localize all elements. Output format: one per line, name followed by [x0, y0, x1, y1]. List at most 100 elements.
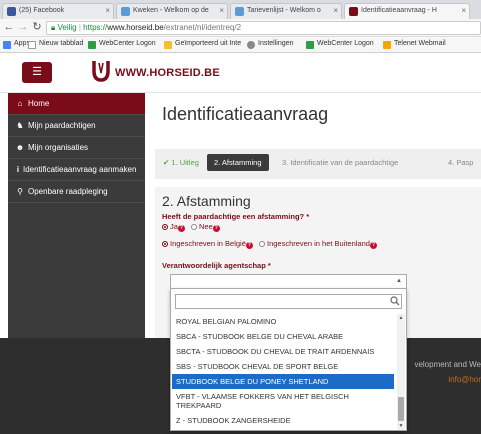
site-favicon-icon [121, 7, 130, 16]
browser-tab-kweken[interactable]: Kweken - Welkom op de × [116, 3, 228, 19]
browser-tab-facebook[interactable]: (25) Facebook × [2, 3, 114, 19]
sidebar-item-mijn-organisaties[interactable]: ☻ Mijn organisaties [8, 137, 145, 159]
sidebar: ⌂ Home ♞ Mijn paardachtigen ☻ Mijn organisa… [8, 93, 145, 338]
reload-icon[interactable]: ↻ [31, 21, 43, 34]
dropdown-option[interactable]: SBS - STUDBOOK CHEVAL DE SPORT BELGE [172, 359, 394, 374]
bookmark-instellingen[interactable]: Instellingen [247, 40, 294, 49]
lock-icon: 🔒︎ [51, 23, 56, 32]
scroll-thumb[interactable] [398, 397, 404, 421]
radio-label: Ingeschreven in België [170, 239, 246, 248]
logo-text[interactable]: WWW.HORSEID.BE [115, 67, 220, 79]
folder-icon [164, 41, 172, 49]
bookmark-geimporteerd[interactable]: Geïmporteerd uit Inte [164, 40, 242, 49]
home-icon: ⌂ [17, 99, 23, 108]
chevron-up-icon: ▲ [396, 278, 402, 284]
bookmark-webcenter-logon[interactable]: WebCenter Logon [88, 40, 156, 49]
tab-label: Identificatieaanvraag - H [361, 7, 437, 14]
facebook-favicon-icon [7, 7, 16, 16]
agency-label: Verantwoordelijk agentschap * [162, 261, 271, 270]
bookmark-label: WebCenter Logon [99, 40, 156, 47]
dropdown-option[interactable]: Z - STUDBOOK ZANGERSHEIDE [172, 413, 394, 428]
info-icon: i [16, 165, 20, 174]
step-paspoort[interactable]: 4. Pasp [448, 158, 473, 167]
bookmark-label: WebCenter Logon [317, 40, 374, 47]
radio-nee[interactable] [191, 224, 198, 230]
sidebar-item-mijn-paardachtigen[interactable]: ♞ Mijn paardachtigen [8, 115, 145, 137]
dropdown-option[interactable]: STUDBOOK BELGE DU PONEY SHETLAND [172, 374, 394, 389]
horseid-favicon-icon [349, 7, 358, 16]
sidebar-item-identificatieaanvraag[interactable]: i Identificatieaanvraag aanmaken [8, 159, 145, 181]
footer-email-link[interactable]: info@hor [448, 375, 481, 384]
close-icon[interactable]: × [461, 6, 466, 15]
bookmark-webcenter-logon-2[interactable]: WebCenter Logon [306, 40, 374, 49]
address-bar: ← → ↻ 🔒︎ Veilig | https://www.horseid.be… [0, 19, 481, 37]
radio-ja[interactable] [162, 224, 168, 230]
page-icon [28, 41, 36, 49]
radio-label: Ingeschreven in het Buitenland [266, 239, 370, 248]
group-icon: ☻ [15, 143, 25, 152]
tab-label: Tarievenlijst - Welkom o [247, 7, 321, 14]
horseshoe-logo-icon [92, 61, 110, 82]
gear-icon [247, 41, 255, 49]
browser-tab-tarievenlijst[interactable]: Tarievenlijst - Welkom o × [230, 3, 342, 19]
url-host: www.horseid.be [107, 23, 164, 32]
tab-label: Kweken - Welkom op de [133, 7, 209, 14]
radio-label: Ja [170, 222, 178, 231]
agency-dropdown: ROYAL BELGIAN PALOMINO SBCA - STUDBOOK BE… [170, 288, 407, 431]
trophy-icon: ♞ [16, 121, 24, 130]
bookmark-label: Instellingen [258, 40, 294, 47]
registration-radio-group: Ingeschreven in België? Ingeschreven in … [162, 239, 381, 249]
agency-select[interactable]: ▲ [170, 274, 407, 289]
bookmark-nieuw-tabblad[interactable]: Nieuw tabblad [28, 40, 84, 49]
step-identificatie[interactable]: 3. Identificatie van de paardachtige [282, 158, 398, 167]
scroll-up-icon[interactable]: ▲ [397, 314, 405, 322]
close-icon[interactable]: × [333, 6, 338, 15]
bookmark-label: Geïmporteerd uit Inte [175, 40, 242, 47]
radio-ingeschreven-buitenland[interactable] [258, 241, 265, 247]
browser-tab-identificatieaanvraag[interactable]: Identificatieaanvraag - H × [344, 3, 470, 19]
webcenter-icon [306, 41, 314, 49]
forward-arrow-icon[interactable]: → [17, 21, 29, 34]
sidebar-item-home[interactable]: ⌂ Home [8, 93, 145, 115]
bookmark-telenet-webmail[interactable]: Telenet Webmail [383, 40, 446, 49]
tab-label: (25) Facebook [19, 7, 65, 14]
step-afstamming[interactable]: 2. Afstamming [207, 154, 269, 171]
url-field[interactable]: 🔒︎ Veilig | https://www.horseid.be/extra… [46, 21, 481, 35]
telenet-icon [383, 41, 391, 49]
dropdown-option[interactable]: SBCTA - STUDBOOK DU CHEVAL DE TRAIT ARDE… [172, 344, 394, 359]
dropdown-option[interactable]: ROYAL BELGIAN PALOMINO [172, 314, 394, 329]
pedigree-radio-group: Ja? Nee? [162, 222, 224, 232]
bookmark-apps[interactable]: Apps [3, 40, 30, 49]
scroll-down-icon[interactable]: ▼ [397, 422, 405, 430]
dropdown-option[interactable]: SBCA - STUDBOOK BELGE DU CHEVAL ARABE [172, 329, 394, 344]
dropdown-option[interactable]: VFBT - VLAAMSE FOKKERS VAN HET BELGISCH … [172, 389, 394, 413]
info-icon[interactable]: ? [177, 225, 185, 232]
info-icon[interactable]: ? [212, 225, 220, 232]
menu-button[interactable]: ☰ [22, 62, 52, 83]
wizard-steps: ✔ 1. Uitleg 2. Afstamming 3. Identificat… [155, 149, 481, 179]
dropdown-scrollbar[interactable]: ▲ ▼ [397, 314, 405, 430]
back-arrow-icon[interactable]: ← [3, 21, 15, 34]
info-icon[interactable]: ? [369, 242, 377, 249]
url-protocol: https:// [83, 23, 108, 32]
sidebar-item-openbare-raadpleging[interactable]: ⚲ Openbare raadpleging [8, 181, 145, 203]
secure-label: Veilig [57, 23, 77, 32]
hamburger-icon: ☰ [32, 66, 42, 78]
section-title: 2. Afstamming [162, 193, 251, 209]
close-icon[interactable]: × [105, 6, 110, 15]
bookmark-label: Nieuw tabblad [39, 40, 84, 47]
dropdown-search-input[interactable] [175, 294, 402, 309]
info-icon[interactable]: ? [245, 242, 253, 249]
browser-tab-bar: (25) Facebook × Kweken - Welkom op de × … [0, 0, 481, 19]
sidebar-item-label: Mijn organisaties [28, 143, 89, 152]
step-uitleg[interactable]: ✔ 1. Uitleg [163, 158, 199, 167]
radio-label: Nee [199, 222, 213, 231]
webcenter-icon [88, 41, 96, 49]
sidebar-item-label: Home [28, 99, 50, 108]
url-path: /extranet/nl/identreq/2 [163, 23, 242, 32]
bookmarks-bar: Apps Nieuw tabblad WebCenter Logon Geïmp… [0, 37, 481, 53]
page-title: Identificatieaanvraag [162, 104, 329, 124]
close-icon[interactable]: × [219, 6, 224, 15]
footer-text: velopment and We [414, 360, 481, 369]
radio-ingeschreven-belgie[interactable] [162, 241, 168, 247]
